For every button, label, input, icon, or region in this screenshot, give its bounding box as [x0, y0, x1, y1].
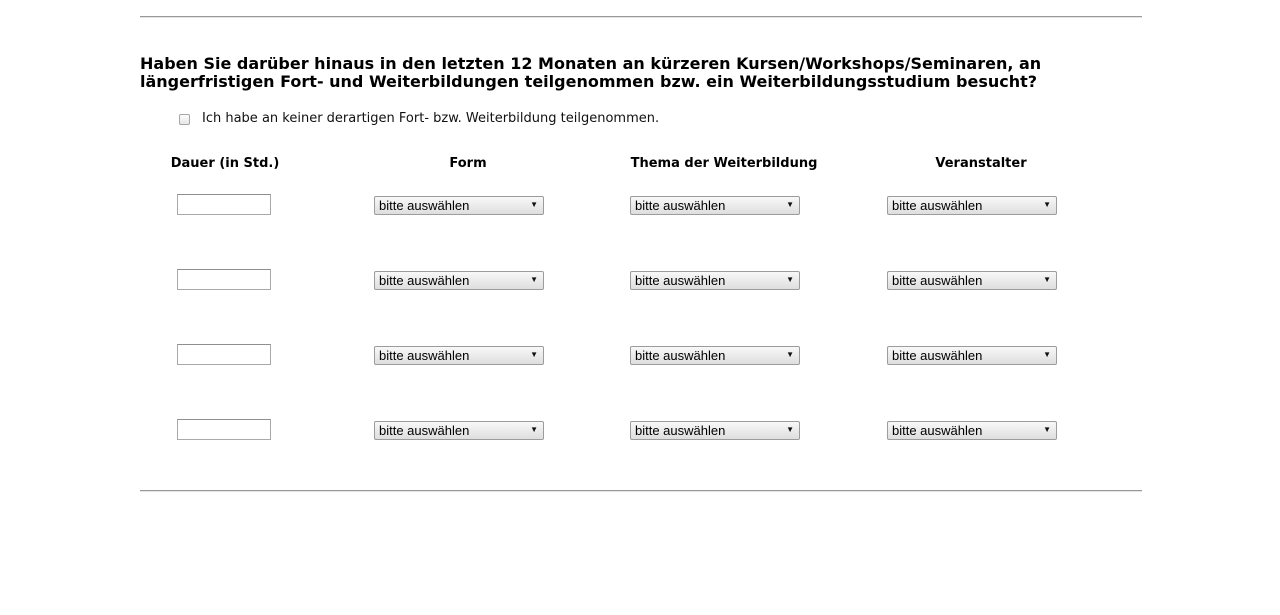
thema-select-row-4[interactable]: bitte auswählen ▼ — [630, 421, 800, 440]
thema-select-value: bitte auswählen — [635, 423, 726, 438]
duration-input-row-4[interactable] — [177, 419, 271, 440]
column-header-thema: Thema der Weiterbildung — [630, 156, 818, 171]
dropdown-arrow-icon: ▼ — [530, 200, 538, 209]
thema-select-value: bitte auswählen — [635, 348, 726, 363]
dropdown-arrow-icon: ▼ — [786, 425, 794, 434]
dropdown-arrow-icon: ▼ — [786, 200, 794, 209]
dropdown-arrow-icon: ▼ — [1043, 425, 1051, 434]
column-header-duration: Dauer (in Std.) — [170, 156, 280, 171]
dropdown-arrow-icon: ▼ — [786, 275, 794, 284]
column-header-form: Form — [449, 156, 487, 171]
form-select-row-1[interactable]: bitte auswählen ▼ — [374, 196, 544, 215]
veranstalter-select-row-3[interactable]: bitte auswählen ▼ — [887, 346, 1057, 365]
veranstalter-select-row-4[interactable]: bitte auswählen ▼ — [887, 421, 1057, 440]
duration-input-row-2[interactable] — [177, 269, 271, 290]
veranstalter-select-row-2[interactable]: bitte auswählen ▼ — [887, 271, 1057, 290]
dropdown-arrow-icon: ▼ — [1043, 275, 1051, 284]
form-select-value: bitte auswählen — [379, 273, 470, 288]
column-header-veranstalter: Veranstalter — [935, 156, 1027, 171]
thema-select-row-2[interactable]: bitte auswählen ▼ — [630, 271, 800, 290]
no-training-checkbox[interactable] — [179, 113, 190, 125]
dropdown-arrow-icon: ▼ — [530, 350, 538, 359]
thema-select-value: bitte auswählen — [635, 198, 726, 213]
duration-input-row-1[interactable] — [177, 194, 271, 215]
veranstalter-select-row-1[interactable]: bitte auswählen ▼ — [887, 196, 1057, 215]
thema-select-row-1[interactable]: bitte auswählen ▼ — [630, 196, 800, 215]
thema-select-row-3[interactable]: bitte auswählen ▼ — [630, 346, 800, 365]
no-training-label: Ich habe an keiner derartigen Fort- bzw.… — [202, 111, 660, 126]
form-select-value: bitte auswählen — [379, 423, 470, 438]
dropdown-arrow-icon: ▼ — [530, 425, 538, 434]
veranstalter-select-value: bitte auswählen — [892, 348, 983, 363]
question-text: Haben Sie darüber hinaus in den letzten … — [140, 54, 1042, 91]
thema-select-value: bitte auswählen — [635, 273, 726, 288]
form-select-row-3[interactable]: bitte auswählen ▼ — [374, 346, 544, 365]
veranstalter-select-value: bitte auswählen — [892, 198, 983, 213]
bottom-divider — [140, 490, 1142, 492]
dropdown-arrow-icon: ▼ — [1043, 350, 1051, 359]
dropdown-arrow-icon: ▼ — [530, 275, 538, 284]
veranstalter-select-value: bitte auswählen — [892, 423, 983, 438]
form-select-row-2[interactable]: bitte auswählen ▼ — [374, 271, 544, 290]
form-select-value: bitte auswählen — [379, 348, 470, 363]
duration-input-row-3[interactable] — [177, 344, 271, 365]
veranstalter-select-value: bitte auswählen — [892, 273, 983, 288]
dropdown-arrow-icon: ▼ — [786, 350, 794, 359]
dropdown-arrow-icon: ▼ — [1043, 200, 1051, 209]
form-select-row-4[interactable]: bitte auswählen ▼ — [374, 421, 544, 440]
form-select-value: bitte auswählen — [379, 198, 470, 213]
no-training-option[interactable]: Ich habe an keiner derartigen Fort- bzw.… — [179, 110, 659, 128]
top-divider — [140, 16, 1142, 18]
